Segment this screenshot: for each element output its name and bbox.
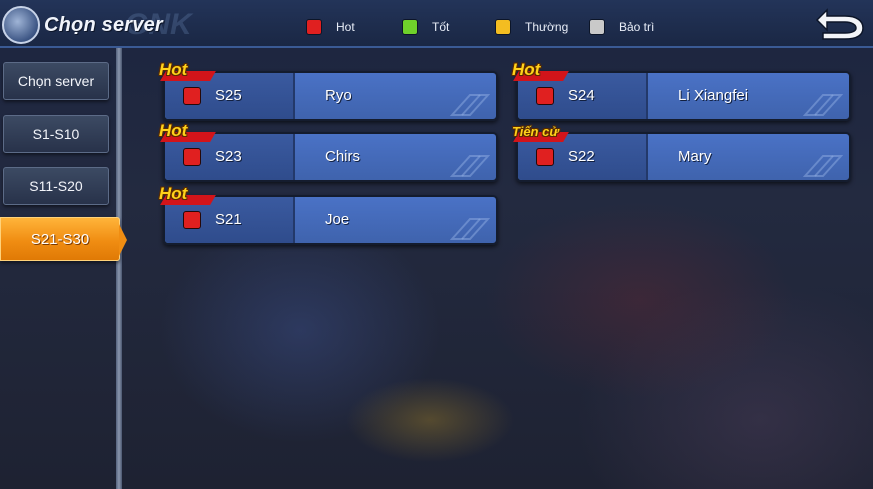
server-id: S22 — [568, 148, 595, 165]
globe-logo-icon — [2, 6, 40, 44]
card-emblem-icon — [450, 155, 490, 177]
tag-label: Hot — [512, 60, 541, 79]
card-emblem-icon — [803, 94, 843, 116]
hot-status-icon — [306, 19, 322, 35]
tag-label: Hot — [159, 184, 188, 203]
sidebar-item-label: Chọn server — [17, 73, 95, 89]
server-card-s23[interactable]: S23 Chirs Hot — [159, 121, 498, 182]
normal-status-icon — [495, 19, 511, 35]
back-arrow-icon — [815, 8, 864, 40]
hot-status-icon — [183, 148, 201, 166]
server-card-s21[interactable]: S21 Joe Hot — [159, 184, 498, 245]
card-emblem-icon — [803, 155, 843, 177]
good-status-icon — [402, 19, 418, 35]
sidebar-item-s11-s20[interactable]: S11-S20 — [3, 167, 109, 205]
back-button[interactable] — [813, 8, 865, 40]
legend-hot: Hot — [306, 19, 355, 35]
legend-label: Bảo trì — [619, 20, 655, 34]
tag-label: Hot — [159, 121, 188, 140]
server-name: Mary — [678, 148, 712, 165]
server-card-s24[interactable]: S24 Li Xiangfei Hot — [512, 60, 851, 121]
top-bar: GNK Chọn server Hot Tốt Thường Bảo trì — [0, 0, 873, 48]
server-card-s22[interactable]: S22 Mary Tiến cử — [512, 124, 851, 182]
card-emblem-icon — [450, 94, 490, 116]
server-id: S25 — [215, 87, 242, 104]
hot-status-icon — [183, 87, 201, 105]
server-id: S23 — [215, 148, 242, 165]
server-id: S21 — [215, 211, 242, 228]
hot-status-icon — [536, 148, 554, 166]
page-title: Chọn server — [44, 14, 163, 36]
tag-label: Tiến cử — [512, 124, 559, 139]
sidebar: Chọn server S1-S10 S11-S20 S21-S30 — [0, 48, 127, 489]
sidebar-item-s1-s10[interactable]: S1-S10 — [3, 115, 109, 153]
legend-label: Thường — [525, 20, 569, 34]
server-name: Chirs — [325, 148, 361, 165]
sidebar-item-s21-s30[interactable]: S21-S30 — [0, 217, 127, 261]
sidebar-item-label: S21-S30 — [30, 230, 90, 248]
maintenance-status-icon — [589, 19, 605, 35]
hot-status-icon — [183, 211, 201, 229]
server-card-s25[interactable]: S25 Ryo Hot — [159, 60, 498, 121]
card-emblem-icon — [450, 218, 490, 240]
tag-label: Hot — [159, 60, 188, 79]
server-name: Ryo — [325, 87, 352, 104]
legend-label: Hot — [336, 20, 355, 34]
legend-good: Tốt — [402, 19, 449, 35]
legend-normal: Thường — [495, 19, 568, 35]
legend-label: Tốt — [432, 20, 450, 34]
server-id: S24 — [568, 87, 595, 104]
legend-maintenance: Bảo trì — [589, 19, 654, 35]
sidebar-item-label: S1-S10 — [32, 126, 80, 142]
hot-status-icon — [536, 87, 554, 105]
sidebar-item-choose-server[interactable]: Chọn server — [3, 62, 109, 100]
server-name: Joe — [325, 211, 350, 228]
sidebar-item-label: S11-S20 — [29, 178, 83, 194]
server-name: Li Xiangfei — [678, 87, 749, 104]
